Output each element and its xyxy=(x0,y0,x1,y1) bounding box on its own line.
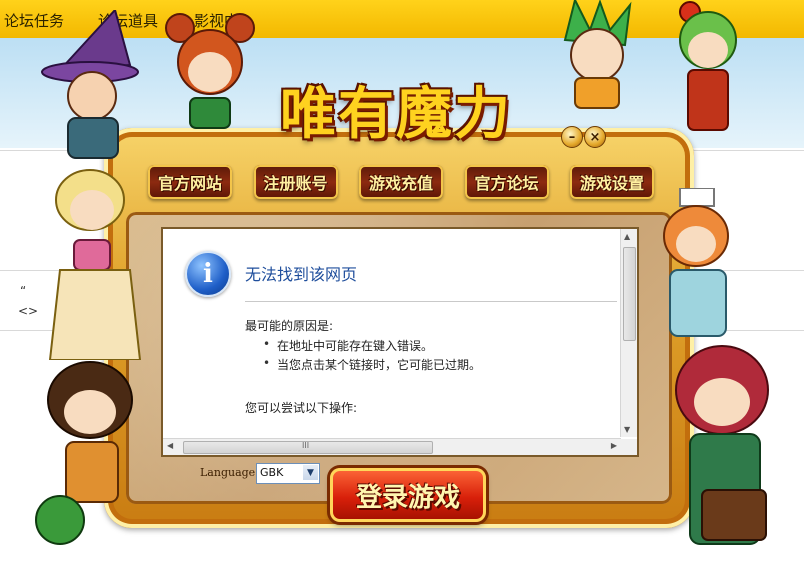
vertical-scroll-thumb[interactable] xyxy=(623,247,636,341)
error-divider xyxy=(245,301,617,302)
quote-icon[interactable]: “ xyxy=(20,284,26,298)
error-title: 无法找到该网页 xyxy=(245,265,358,284)
green-hair-boy-illustration xyxy=(545,0,645,110)
official-forum-button[interactable]: 官方论坛 xyxy=(464,165,549,199)
code-icon[interactable]: <> xyxy=(18,304,38,318)
language-select[interactable]: GBK ▼ xyxy=(256,463,320,484)
scrollbar-corner xyxy=(621,439,637,455)
minimize-icon: – xyxy=(568,129,576,145)
register-account-button[interactable]: 注册账号 xyxy=(253,165,338,199)
game-settings-button[interactable]: 游戏设置 xyxy=(570,165,654,199)
list-item: 当您点击某个链接时，它可能已过期。 xyxy=(263,356,481,375)
logo-text: 唯有魔力 xyxy=(280,80,512,147)
scroll-down-arrow-icon[interactable]: ▼ xyxy=(624,425,630,434)
embedded-browser-panel[interactable]: i 无法找到该网页 最可能的原因是: 在地址中可能存在键入错误。 当您点击某个链… xyxy=(161,227,639,457)
blonde-dancer-illustration xyxy=(40,160,150,360)
scroll-right-arrow-icon[interactable]: ▶ xyxy=(611,441,617,450)
scroll-up-arrow-icon[interactable]: ▲ xyxy=(624,232,630,241)
chevron-down-icon[interactable]: ▼ xyxy=(303,465,318,480)
horizontal-scroll-thumb[interactable]: III xyxy=(183,441,433,454)
monk-girl-illustration xyxy=(650,0,760,140)
language-value: GBK xyxy=(260,466,284,479)
game-logo: 唯有魔力 xyxy=(236,64,556,154)
scroll-grip: III xyxy=(302,441,310,450)
forum-editor-toolbar: “ <> xyxy=(0,272,38,332)
minimize-button[interactable]: – xyxy=(561,126,583,148)
close-button[interactable]: × xyxy=(584,126,606,148)
info-icon: i xyxy=(185,251,231,297)
nurse-girl-illustration xyxy=(640,188,750,338)
launcher-nav: 官方网站 注册账号 游戏充值 官方论坛 游戏设置 xyxy=(148,165,654,203)
brown-hair-boy-illustration xyxy=(30,350,150,550)
error-cause-heading: 最可能的原因是: xyxy=(245,319,334,333)
language-label: Language: xyxy=(200,466,259,479)
error-try-heading: 您可以尝试以下操作: xyxy=(245,401,358,415)
horizontal-scrollbar[interactable]: ◀ III ▶ xyxy=(163,438,621,455)
vertical-scrollbar[interactable]: ▲ ▼ xyxy=(620,229,637,437)
witch-character-illustration xyxy=(20,10,170,160)
game-recharge-button[interactable]: 游戏充值 xyxy=(359,165,443,199)
official-site-button[interactable]: 官方网站 xyxy=(148,165,232,199)
close-icon: × xyxy=(589,129,601,145)
maid-girl-illustration xyxy=(650,330,800,580)
error-cause-list: 在地址中可能存在键入错误。 当您点击某个链接时，它可能已过期。 xyxy=(263,337,481,375)
scroll-left-arrow-icon[interactable]: ◀ xyxy=(167,441,173,450)
login-game-button[interactable]: 登录游戏 xyxy=(330,468,486,522)
list-item: 在地址中可能存在键入错误。 xyxy=(263,337,481,356)
